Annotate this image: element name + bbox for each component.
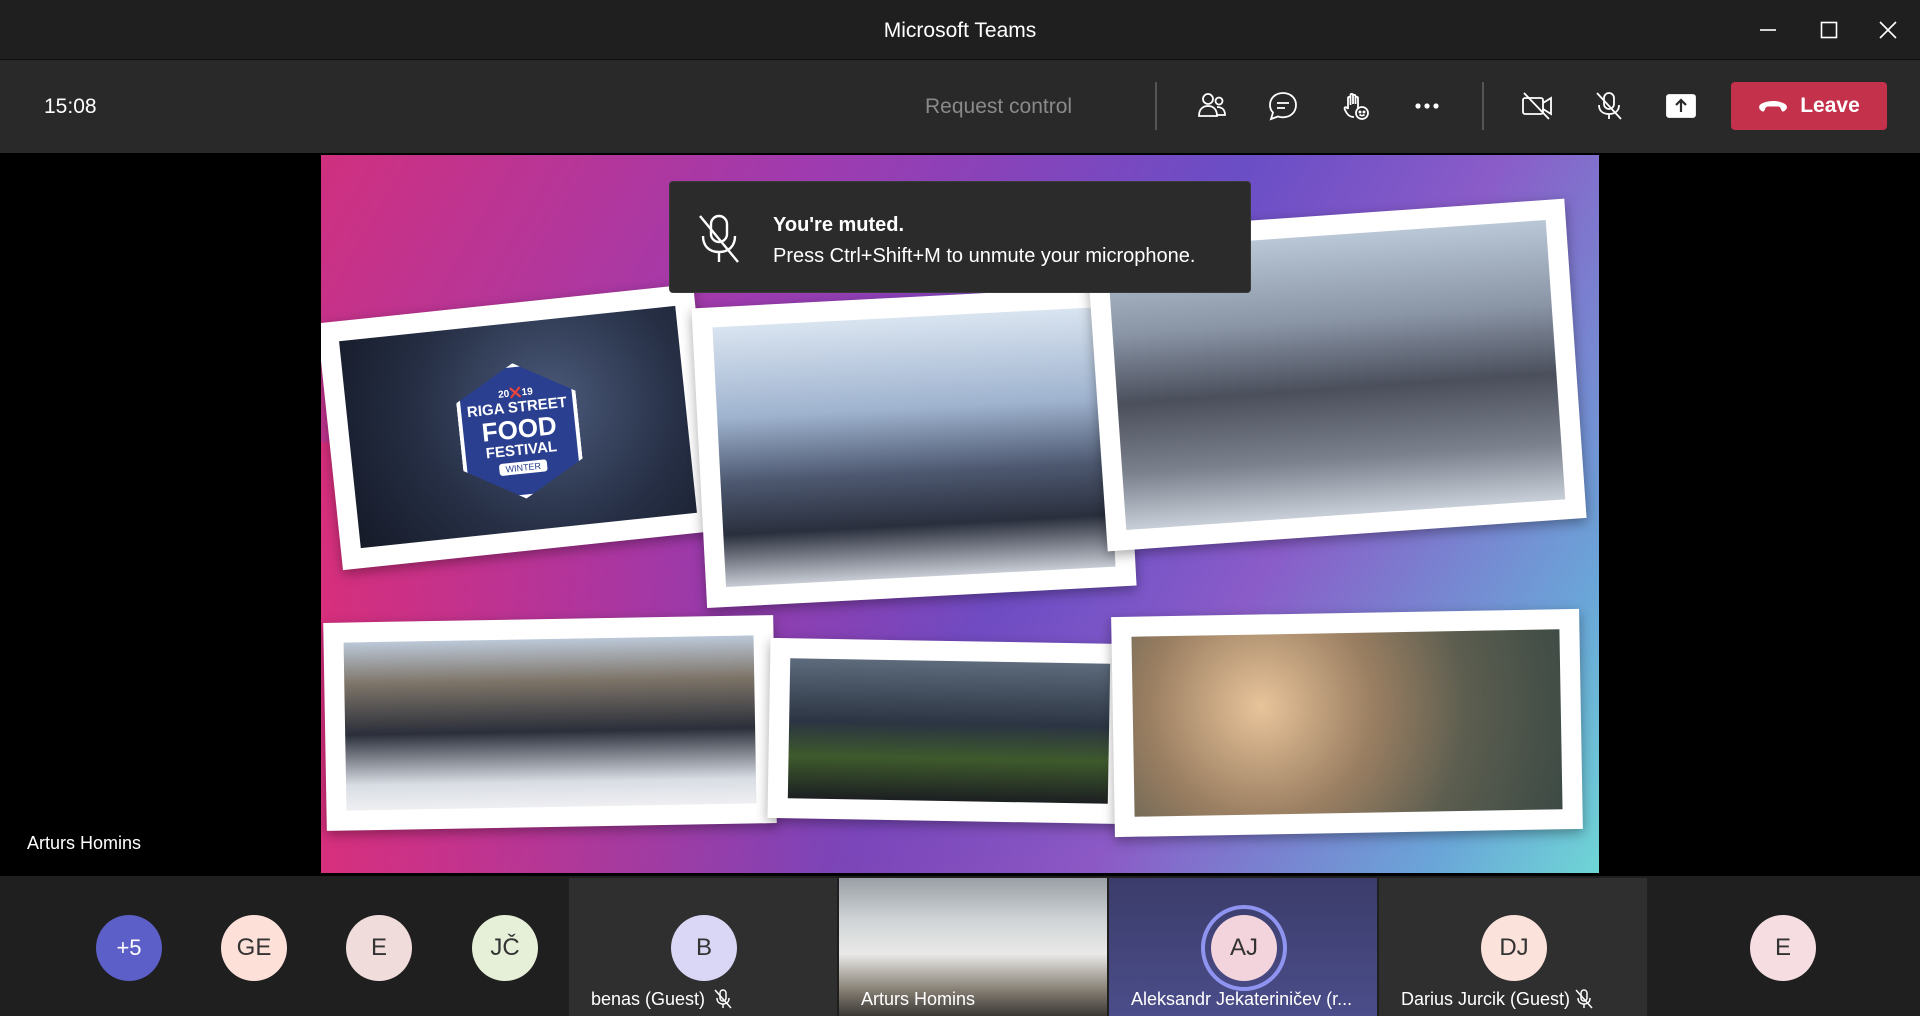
close-button[interactable] xyxy=(1852,0,1920,60)
participant-avatar[interactable]: E xyxy=(346,915,412,981)
participant-tile-speaking[interactable]: AJ Aleksandr Jekateriničev (r... xyxy=(1109,878,1377,1016)
share-icon xyxy=(1666,94,1696,118)
badge-tag: WINTER xyxy=(499,459,547,476)
toolbar-divider xyxy=(1482,82,1484,130)
participants-button[interactable] xyxy=(1184,78,1240,134)
participant-avatar: AJ xyxy=(1211,915,1277,981)
participant-name: Arturs Homins xyxy=(861,989,976,1009)
more-icon xyxy=(1415,103,1439,109)
raise-hand-icon xyxy=(1343,92,1369,120)
overflow-participants-button[interactable]: +5 xyxy=(96,915,162,981)
share-screen-button[interactable] xyxy=(1653,78,1709,134)
participant-avatar[interactable]: GE xyxy=(221,915,287,981)
muted-message: Press Ctrl+Shift+M to unmute your microp… xyxy=(773,245,1196,267)
more-options-button[interactable] xyxy=(1399,78,1455,134)
muted-notification: You're muted. Press Ctrl+Shift+M to unmu… xyxy=(669,181,1251,293)
maximize-icon xyxy=(1820,21,1838,39)
chat-button[interactable] xyxy=(1255,78,1311,134)
mic-off-icon xyxy=(699,214,739,263)
participant-name: benas (Guest) xyxy=(591,989,706,1009)
slide-photo-stage xyxy=(323,615,777,831)
people-icon xyxy=(1198,93,1226,117)
slide-photo-crowd xyxy=(691,285,1137,609)
leave-button[interactable]: Leave xyxy=(1731,82,1887,130)
mic-off-icon xyxy=(714,989,732,1009)
title-bar: Microsoft Teams xyxy=(0,0,1920,60)
participant-name: Darius Jurcik (Guest) xyxy=(1401,989,1571,1009)
toolbar-divider xyxy=(1155,82,1157,130)
request-control-button[interactable]: Request control xyxy=(925,60,1072,153)
leave-label: Leave xyxy=(1800,94,1860,117)
festival-badge: 20❌19 RIGA STREET FOOD FESTIVAL WINTER xyxy=(453,357,587,505)
camera-toggle-button[interactable] xyxy=(1509,78,1565,134)
participant-tile[interactable]: DJ Darius Jurcik (Guest) xyxy=(1379,878,1647,1016)
muted-title: You're muted. xyxy=(773,214,905,236)
reactions-button[interactable] xyxy=(1327,78,1383,134)
minimize-icon xyxy=(1760,29,1776,31)
meeting-toolbar: 15:08 Request control Leave xyxy=(0,60,1920,153)
participant-avatar[interactable]: JČ xyxy=(472,915,538,981)
chat-icon xyxy=(1269,92,1297,121)
camera-off-icon xyxy=(1522,92,1552,120)
meeting-timer: 15:08 xyxy=(44,95,97,118)
participant-avatar: DJ xyxy=(1481,915,1547,981)
phone-hangup-icon xyxy=(1759,101,1788,112)
participant-video-tile[interactable]: Arturs Homins xyxy=(839,878,1107,1016)
mic-off-icon xyxy=(1575,989,1593,1009)
participant-avatar: B xyxy=(671,915,737,981)
participant-name: Aleksandr Jekateriničev (r... xyxy=(1131,989,1353,1009)
slide-photo-grill xyxy=(767,637,1131,825)
slide-photo-selfie xyxy=(1111,608,1583,838)
presenter-name: Arturs Homins xyxy=(27,833,142,853)
close-icon xyxy=(1879,21,1897,39)
mic-toggle-button[interactable] xyxy=(1581,78,1637,134)
window-title: Microsoft Teams xyxy=(883,19,1037,42)
participant-tile[interactable]: B benas (Guest) xyxy=(569,878,837,1016)
mic-off-icon xyxy=(1596,92,1622,120)
participant-avatar[interactable]: E xyxy=(1750,915,1816,981)
slide-photo-festival-badge: 20❌19 RIGA STREET FOOD FESTIVAL WINTER xyxy=(321,283,719,571)
